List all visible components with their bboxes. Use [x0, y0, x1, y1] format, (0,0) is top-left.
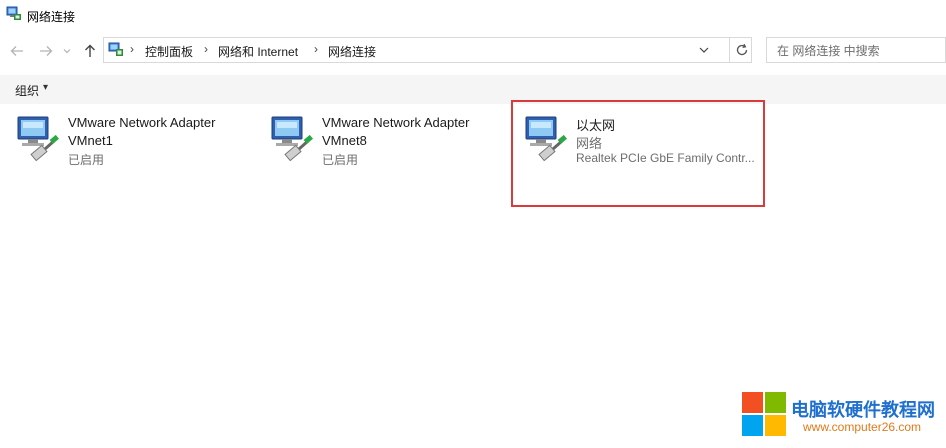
- windows-logo-icon: [742, 392, 786, 436]
- network-adapter-icon: [271, 116, 313, 161]
- breadcrumb-separator: ›: [130, 42, 134, 56]
- breadcrumb-network-connections[interactable]: 网络连接: [328, 43, 376, 60]
- arrow-left-icon: [10, 46, 23, 56]
- arrow-right-icon: [40, 46, 53, 56]
- command-bar: 组织 ▾: [0, 75, 946, 104]
- breadcrumb-network-internet[interactable]: 网络和 Internet: [218, 43, 298, 60]
- address-dropdown-button[interactable]: [696, 42, 712, 58]
- network-connections-icon: [6, 6, 21, 20]
- address-bar[interactable]: › 控制面板 › 网络和 Internet › 网络连接: [103, 37, 752, 63]
- recent-locations-button[interactable]: [61, 42, 73, 60]
- network-adapter-icon: [17, 116, 59, 161]
- search-input[interactable]: [775, 39, 939, 63]
- connection-item-vmnet8[interactable]: VMware Network Adapter VMnet8 已启用: [270, 115, 510, 177]
- title-bar: 网络连接: [0, 0, 946, 32]
- breadcrumb-separator: ›: [204, 42, 208, 56]
- connection-name: VMware Network Adapter: [322, 115, 470, 130]
- connection-status: 已启用: [68, 153, 105, 167]
- chevron-down-icon: [63, 49, 71, 54]
- back-button[interactable]: [8, 42, 26, 60]
- watermark-title: 电脑软硬件教程网: [791, 400, 935, 420]
- watermark: 电脑软硬件教程网 www.computer26.com: [739, 388, 946, 444]
- search-box[interactable]: [766, 37, 946, 63]
- refresh-button[interactable]: [729, 37, 753, 63]
- connection-item-vmnet1[interactable]: VMware Network Adapter VMnet1 已启用: [16, 115, 256, 177]
- breadcrumb-control-panel[interactable]: 控制面板: [145, 43, 193, 60]
- highlight-box: [511, 100, 765, 207]
- breadcrumb-separator: ›: [314, 42, 318, 56]
- connection-device: VMnet8: [322, 133, 367, 148]
- organize-menu-button[interactable]: 组织: [15, 82, 39, 99]
- connection-device: VMnet1: [68, 133, 113, 148]
- watermark-url: www.computer26.com: [803, 420, 922, 434]
- refresh-icon: [736, 43, 747, 56]
- chevron-down-icon: [699, 47, 709, 53]
- connection-status: 已启用: [322, 153, 359, 167]
- window-title: 网络连接: [27, 10, 76, 24]
- up-button[interactable]: [81, 42, 99, 60]
- arrow-up-icon: [85, 44, 95, 57]
- control-panel-icon: [108, 42, 123, 56]
- forward-button[interactable]: [37, 42, 55, 60]
- connection-name: VMware Network Adapter: [68, 115, 216, 130]
- organize-caret-icon[interactable]: ▾: [43, 82, 48, 93]
